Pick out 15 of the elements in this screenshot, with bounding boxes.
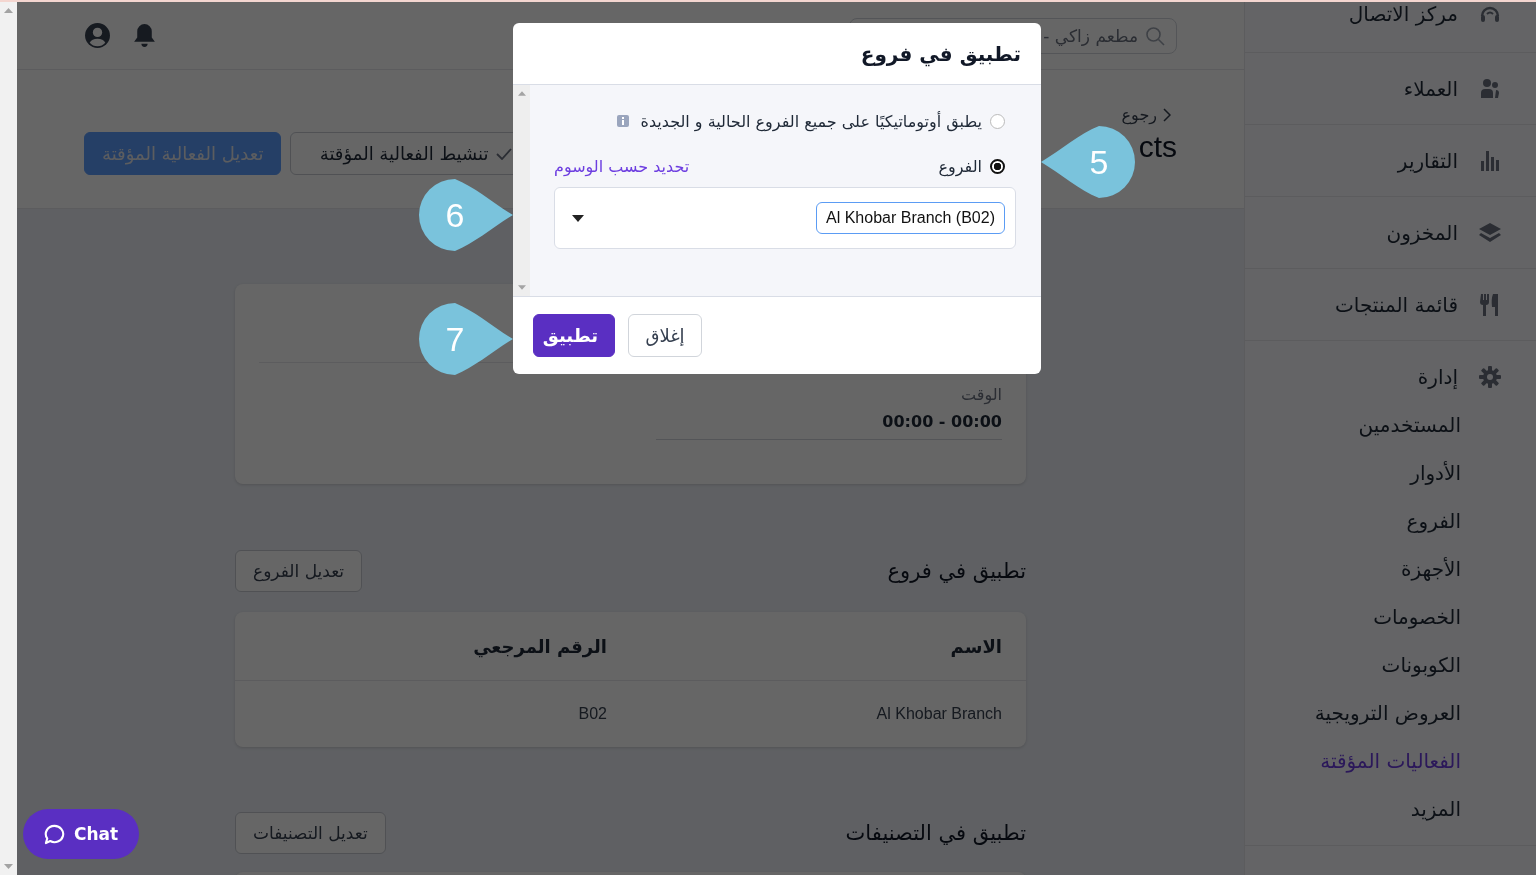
page-title: cts: [1138, 130, 1177, 164]
option-label: الفروع: [938, 156, 982, 176]
column-header: الاسم: [949, 635, 1002, 657]
column-header: الرقم المرجعي: [472, 635, 607, 657]
callout-number: 6: [445, 198, 465, 232]
modal-title: تطبيق في فروع: [860, 41, 1021, 66]
time-value: 00:00 - 00:00: [881, 412, 1002, 431]
section-title: تطبيق في فروع: [887, 559, 1026, 583]
field-label: الوقت: [960, 385, 1002, 404]
section-title: تطبيق في التصنيفات: [845, 821, 1026, 845]
callout-number: 5: [1089, 145, 1109, 179]
callout-number: 7: [445, 322, 465, 356]
table-cell-text: B02: [577, 705, 607, 723]
option-label: يطبق أوتوماتيكيًا على جميع الفروع الحالية و الجديدة: [640, 111, 982, 131]
table-cell-text: Al Khobar Branch: [875, 705, 1002, 723]
